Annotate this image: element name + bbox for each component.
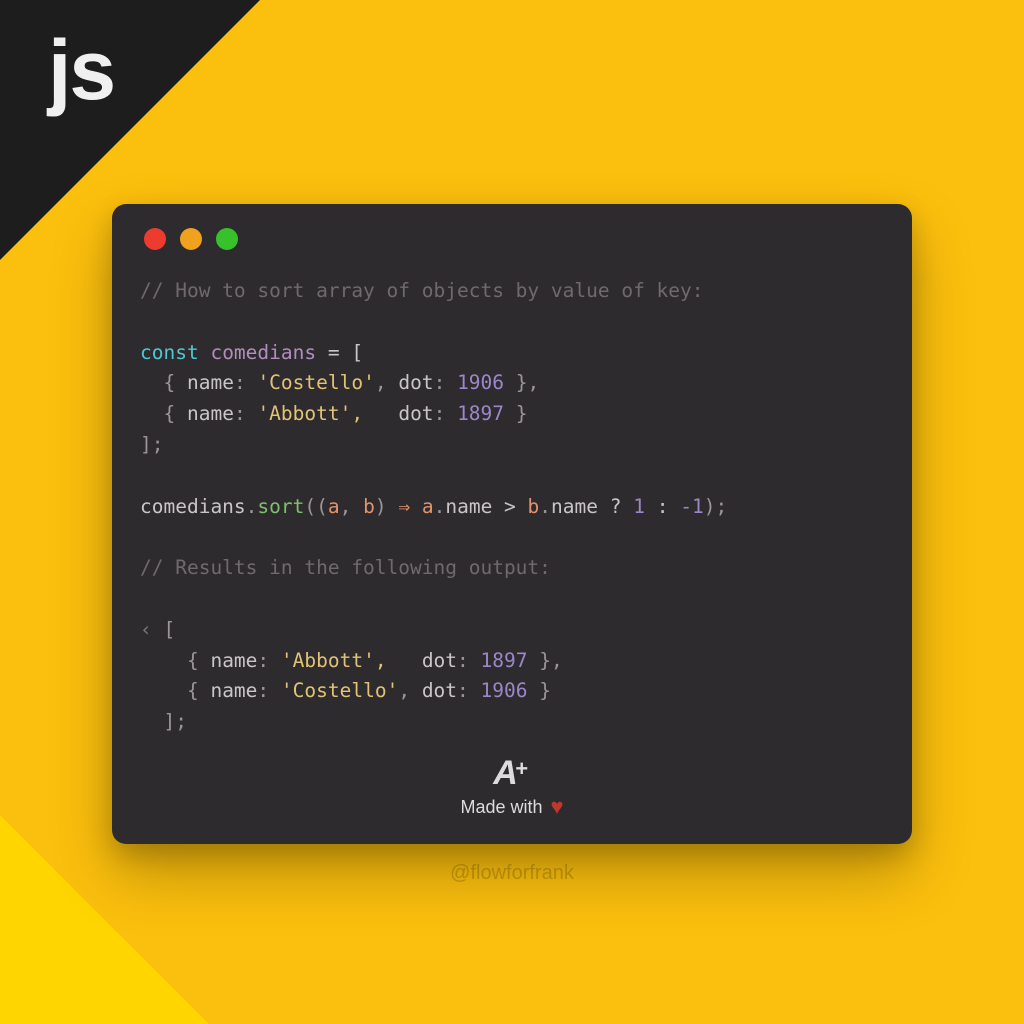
prop-dot: dot [422,679,457,702]
string-costello: 'Costello' [257,371,374,394]
brace-open: { [140,371,187,394]
keyword-const: const [140,341,199,364]
brace-open: { [140,649,210,672]
heart-icon: ♥ [550,794,563,820]
colon: : [234,402,246,425]
prop-name: name [210,679,257,702]
colon: : [457,649,469,672]
aplus-plus: + [515,756,528,781]
prop-name: name [187,402,234,425]
close-icon[interactable] [144,228,166,250]
ternary-colon: : [645,495,680,518]
number-1897: 1897 [457,402,504,425]
minimize-icon[interactable] [180,228,202,250]
brace-close: }, [528,649,563,672]
dot: . [434,495,446,518]
footer-badge: A+ Made with ♥ [460,756,563,820]
js-logo-text: js [48,22,114,119]
number-1906: 1906 [457,371,504,394]
number-one: 1 [633,495,645,518]
bracket-open: [ [163,618,175,641]
space [410,495,422,518]
prop-dot: dot [422,649,457,672]
param-a: a [328,495,340,518]
prop-dot: dot [398,402,433,425]
gt: > [492,495,527,518]
number-1897: 1897 [481,649,528,672]
ternary-q: ? [598,495,633,518]
a: a [422,495,434,518]
prop-name: name [187,371,234,394]
aplus-logo: A+ [460,756,563,790]
prop-dot: dot [398,371,433,394]
var-comedians: comedians [140,495,246,518]
brace-open: { [140,402,187,425]
brace-close: } [528,679,551,702]
variable-name: comedians [210,341,316,364]
number-neg1: -1 [680,495,703,518]
number-1906: 1906 [481,679,528,702]
brace-open: { [140,679,210,702]
colon: : [257,679,269,702]
brace-close: } [504,402,527,425]
brace-close: }, [504,371,539,394]
author-handle: @flowforfrank [450,862,574,885]
colon: : [257,649,269,672]
colon: : [434,402,446,425]
comma: , [340,495,363,518]
code-window: // How to sort array of objects by value… [112,204,912,844]
colon: : [434,371,446,394]
code-comment: // Results in the following output: [140,556,551,579]
param-b: b [363,495,375,518]
b: b [528,495,540,518]
arrow-fn: ⇒ [398,495,410,518]
paren: (( [304,495,327,518]
comma: , [375,371,398,394]
paren: ) [375,495,398,518]
code-block: // How to sort array of objects by value… [140,276,884,738]
prop-name: name [445,495,492,518]
maximize-icon[interactable] [216,228,238,250]
prop-name: name [210,649,257,672]
return-caret: ‹ [140,618,163,641]
string-abbott: 'Abbott', [281,649,410,672]
string-costello: 'Costello' [281,679,398,702]
array-close: ]; [140,710,187,733]
paren-end: ); [704,495,727,518]
colon: : [457,679,469,702]
dot-operator: . [246,495,258,518]
code-comment: // How to sort array of objects by value… [140,279,704,302]
array-close: ]; [140,433,163,456]
prop-name: name [551,495,598,518]
comma: , [398,679,421,702]
window-controls [144,228,884,250]
colon: : [234,371,246,394]
made-with-line: Made with ♥ [460,794,563,820]
equals-bracket: = [ [316,341,363,364]
fn-sort: sort [257,495,304,518]
dot: . [539,495,551,518]
string-abbott: 'Abbott', [257,402,386,425]
made-with-text: Made with [460,797,542,818]
